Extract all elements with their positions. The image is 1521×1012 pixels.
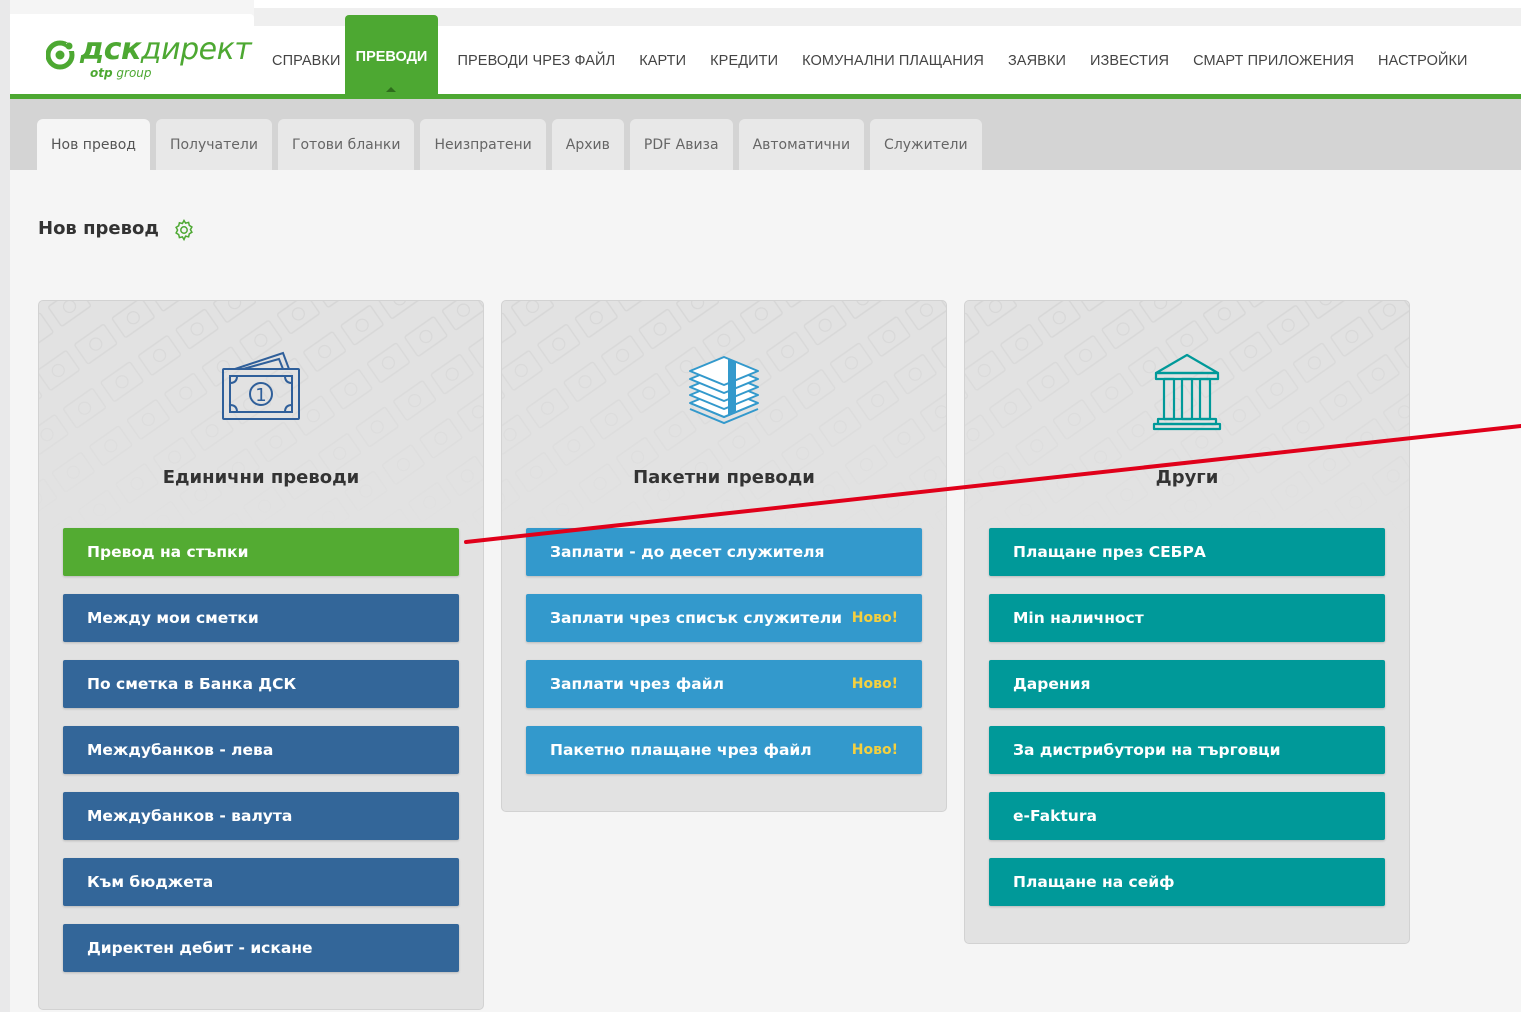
money-stack-icon [689,356,759,425]
button-label: Заплати чрез файл [550,675,724,693]
logo-sub-thin: group [116,66,152,80]
btn-sebra-payment[interactable]: Плащане през СЕБРА [989,528,1385,576]
button-label: e-Faktura [1013,807,1097,825]
button-label: За дистрибутори на търговци [1013,741,1281,759]
button-label: По сметка в Банка ДСК [87,675,297,693]
btn-direct-debit-request[interactable]: Директен дебит - искане [63,924,459,972]
btn-interbank-currency[interactable]: Междубанков - валута [63,792,459,840]
main-nav: СПРАВКИ ПРЕВОДИ ЧРЕЗ ФАЙЛ КАРТИ КРЕДИТИ … [260,50,1480,72]
card-title: Пакетни преводи [633,467,815,488]
tab-archive[interactable]: Архив [551,119,624,170]
subtab-bar: Нов превод Получатели Готови бланки Неиз… [10,99,1521,170]
btn-salaries-file[interactable]: Заплати чрез файл Ново! [526,660,922,708]
button-label: Между мои сметки [87,609,259,627]
logo-bold-part: дск [80,32,141,67]
logo-subtitle: otp group [90,66,152,80]
app-frame: дскдирект otp group ПРЕВОДИ СПРАВКИ ПРЕВ… [10,0,1521,1012]
nav-item-cards[interactable]: КАРТИ [627,53,698,69]
tab-pdf-advices[interactable]: PDF Авиза [629,119,733,170]
btn-merchant-distributors[interactable]: За дистрибутори на търговци [989,726,1385,774]
new-badge: Ново! [851,676,898,692]
button-label: Междубанков - лева [87,741,274,759]
card-batch-transfers: Пакетни преводи Заплати - до десет служи… [501,300,947,812]
btn-e-faktura[interactable]: e-Faktura [989,792,1385,840]
button-label: Междубанков - валута [87,807,293,825]
btn-salaries-employee-list[interactable]: Заплати чрез списък служители Ново! [526,594,922,642]
btn-salaries-up-to-ten[interactable]: Заплати - до десет служителя [526,528,922,576]
nav-item-smart-apps[interactable]: СМАРТ ПРИЛОЖЕНИЯ [1181,53,1366,69]
page-title: Нов превод [38,218,159,239]
card-title: Други [1155,467,1219,488]
button-label: Превод на стъпки [87,543,249,561]
top-strip [254,0,1521,26]
logo-thin-part: директ [140,32,252,67]
tab-unsent[interactable]: Неизпратени [420,119,546,170]
nav-item-file-transfers[interactable]: ПРЕВОДИ ЧРЕЗ ФАЙЛ [446,53,628,69]
subtabs: Нов превод Получатели Готови бланки Неиз… [37,119,982,170]
dsk-logo-icon [46,40,75,70]
card-title: Единични преводи [162,467,360,488]
nav-item-credits[interactable]: КРЕДИТИ [698,53,790,69]
tab-employees[interactable]: Служители [870,119,982,170]
btn-batch-payment-file[interactable]: Пакетно плащане чрез файл Ново! [526,726,922,774]
btn-between-own-accounts[interactable]: Между мои сметки [63,594,459,642]
active-caret-icon [386,87,396,92]
card-single-transfers: 1 Единични преводи Превод на стъпки Межд… [38,300,484,1010]
btn-donations[interactable]: Дарения [989,660,1385,708]
nav-item-reports[interactable]: СПРАВКИ [260,53,353,69]
logo-wordmark: дскдирект [80,32,252,67]
button-label: Заплати - до десет служителя [550,543,825,561]
dsk-direct-logo[interactable]: дскдирект otp group [46,26,252,80]
button-label: Плащане на сейф [1013,873,1175,891]
logo-sub-bold: otp [90,66,113,80]
nav-item-utility-payments[interactable]: КОМУНАЛНИ ПЛАЩАНИЯ [790,53,996,69]
new-badge: Ново! [851,742,898,758]
btn-interbank-bgn[interactable]: Междубанков - лева [63,726,459,774]
btn-to-budget[interactable]: Към бюджета [63,858,459,906]
button-label: Плащане през СЕБРА [1013,543,1206,561]
btn-min-balance[interactable]: Min наличност [989,594,1385,642]
button-label: Min наличност [1013,609,1144,627]
banknote-icon: 1 [222,351,300,420]
gear-icon[interactable] [172,218,196,242]
button-label: Към бюджета [87,873,214,891]
svg-text:1: 1 [255,385,266,406]
btn-safe-payment[interactable]: Плащане на сейф [989,858,1385,906]
new-badge: Ново! [851,610,898,626]
tab-new-transfer[interactable]: Нов превод [37,119,150,170]
nav-item-requests[interactable]: ЗАЯВКИ [996,53,1078,69]
nav-item-settings[interactable]: НАСТРОЙКИ [1366,53,1480,69]
tab-recipients[interactable]: Получатели [155,119,272,170]
button-label: Пакетно плащане чрез файл [550,741,812,759]
button-label: Директен дебит - искане [87,939,313,957]
card-other: Други Плащане през СЕБРА Min наличност Д… [964,300,1410,944]
btn-step-transfer[interactable]: Превод на стъпки [63,528,459,576]
tab-automatic[interactable]: Автоматични [738,119,865,170]
bank-building-icon [1152,353,1222,431]
button-label: Заплати чрез списък служители [550,609,843,627]
tab-templates[interactable]: Готови бланки [277,119,415,170]
nav-item-notifications[interactable]: ИЗВЕСТИЯ [1078,53,1181,69]
button-label: Дарения [1013,675,1091,693]
btn-dsk-account[interactable]: По сметка в Банка ДСК [63,660,459,708]
